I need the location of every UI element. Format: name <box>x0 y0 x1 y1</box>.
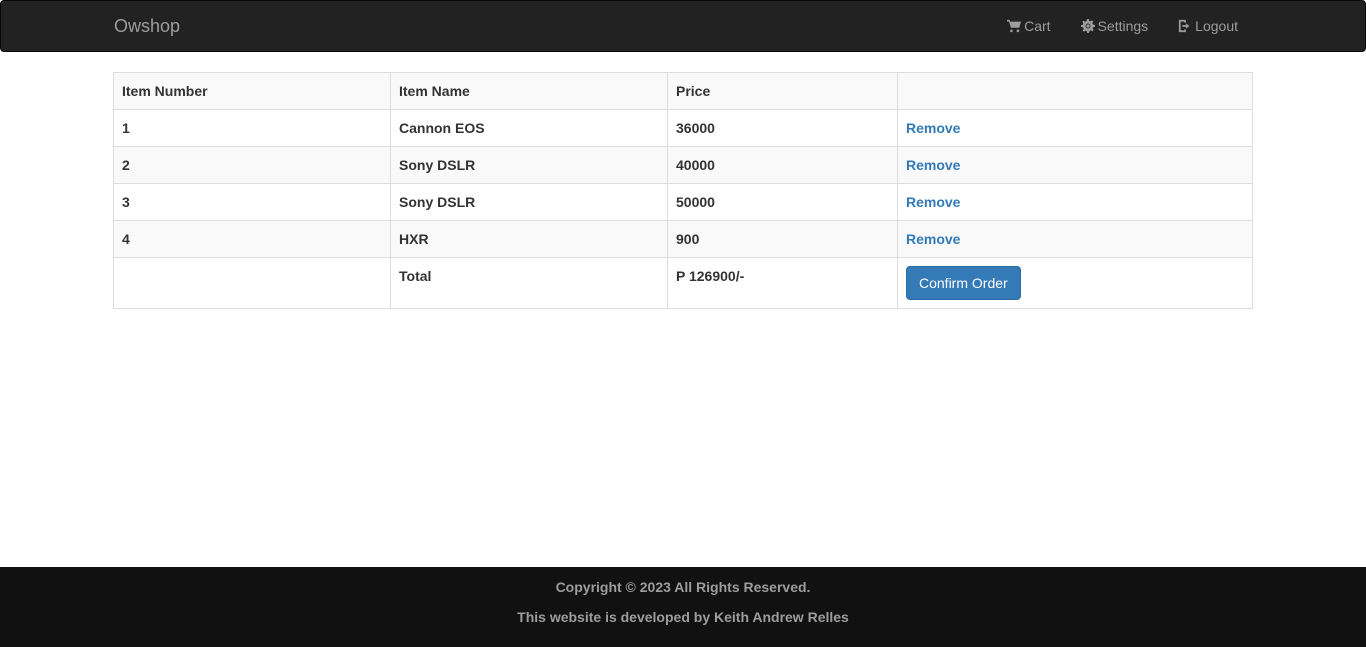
top-navbar: Owshop Cart Settings Logout <box>0 0 1366 52</box>
item-price: 50000 <box>667 183 898 221</box>
table-row: 3 Sony DSLR 50000 Remove <box>113 183 1253 221</box>
nav-links: Cart Settings Logout <box>1007 17 1238 35</box>
table-row: 2 Sony DSLR 40000 Remove <box>113 146 1253 184</box>
item-price: 900 <box>667 220 898 258</box>
item-number: 2 <box>113 146 391 184</box>
nav-settings-label: Settings <box>1097 18 1149 34</box>
total-actions: Confirm Order <box>897 257 1253 309</box>
header-item-number: Item Number <box>113 72 391 110</box>
item-name: Sony DSLR <box>390 183 668 221</box>
item-price: 36000 <box>667 109 898 147</box>
item-number: 3 <box>113 183 391 221</box>
table-row: 1 Cannon EOS 36000 Remove <box>113 109 1253 147</box>
header-actions <box>897 72 1253 110</box>
cart-icon <box>1007 19 1022 33</box>
total-label: Total <box>390 257 668 309</box>
developer-credit: This website is developed by Keith Andre… <box>517 609 849 625</box>
remove-link[interactable]: Remove <box>906 120 960 136</box>
item-number: 1 <box>113 109 391 147</box>
item-actions: Remove <box>897 220 1253 258</box>
item-actions: Remove <box>897 146 1253 184</box>
nav-cart-link[interactable]: Cart <box>1007 17 1051 35</box>
cart-table: Item Number Item Name Price 1 Cannon EOS… <box>113 72 1253 309</box>
item-actions: Remove <box>897 109 1253 147</box>
logout-icon <box>1179 19 1190 33</box>
header-item-name: Item Name <box>390 72 668 110</box>
copyright-text: Copyright © 2023 All Rights Reserved. <box>555 579 811 595</box>
item-name: Cannon EOS <box>390 109 668 147</box>
remove-link[interactable]: Remove <box>906 157 960 173</box>
total-empty-cell <box>113 257 391 309</box>
item-name: Sony DSLR <box>390 146 668 184</box>
remove-link[interactable]: Remove <box>906 194 960 210</box>
item-name: HXR <box>390 220 668 258</box>
item-number: 4 <box>113 220 391 258</box>
footer: Copyright © 2023 All Rights Reserved. Th… <box>0 567 1366 647</box>
item-price: 40000 <box>667 146 898 184</box>
nav-logout-link[interactable]: Logout <box>1178 17 1238 35</box>
remove-link[interactable]: Remove <box>906 231 960 247</box>
brand-link[interactable]: Owshop <box>114 16 180 36</box>
confirm-order-button[interactable]: Confirm Order <box>906 266 1021 300</box>
total-row: Total P 126900/- Confirm Order <box>113 257 1253 309</box>
nav-cart-label: Cart <box>1024 18 1051 34</box>
table-header-row: Item Number Item Name Price <box>113 72 1253 110</box>
header-price: Price <box>667 72 898 110</box>
nav-settings-link[interactable]: Settings <box>1080 17 1149 35</box>
table-row: 4 HXR 900 Remove <box>113 220 1253 258</box>
item-actions: Remove <box>897 183 1253 221</box>
total-value: P 126900/- <box>667 257 898 309</box>
nav-logout-label: Logout <box>1195 18 1238 34</box>
gear-icon <box>1080 19 1095 33</box>
